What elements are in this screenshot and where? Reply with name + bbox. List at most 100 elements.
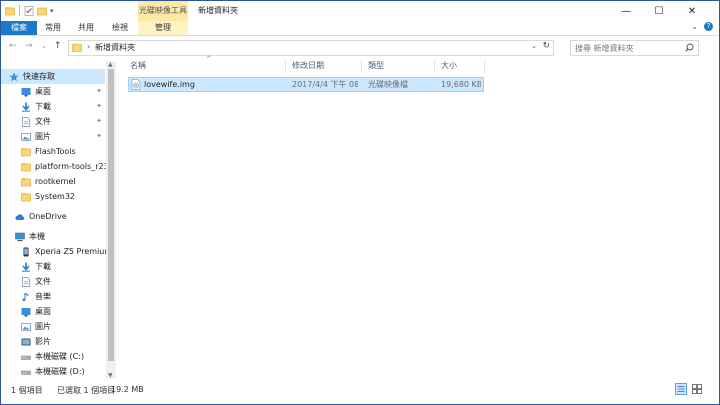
selection-info: 已選取 1 個項目 xyxy=(57,386,116,395)
properties-icon[interactable] xyxy=(24,5,34,16)
column-header-modified[interactable]: 修改日期 xyxy=(292,58,324,74)
column-divider[interactable] xyxy=(361,60,362,73)
pin-icon: ✦ xyxy=(96,87,102,95)
sidebar-item[interactable]: FlashTools xyxy=(1,144,105,159)
sidebar-item[interactable]: Xperia Z5 Premium xyxy=(1,244,112,259)
column-divider[interactable] xyxy=(434,60,435,73)
tab-file[interactable]: 檔案 xyxy=(1,21,37,35)
help-icon[interactable]: ? xyxy=(704,22,713,31)
sidebar-item[interactable]: 下載 ✦ xyxy=(1,99,105,114)
sidebar-item-label: 下載 xyxy=(35,262,51,271)
breadcrumb-separator: › xyxy=(87,42,91,51)
file-list: ^ 名稱 修改日期 類型 大小 lovewife.img 2017/4/4 下午… xyxy=(117,55,719,379)
new-folder-icon[interactable] xyxy=(37,6,47,16)
column-header-size[interactable]: 大小 xyxy=(441,58,457,74)
explorer-window: ▾ 光碟映像工具 新增資料夾 — ☐ ✕ 檔案 常用 共用 檢視 管理 ⌄ ? … xyxy=(0,0,720,405)
cloud-icon xyxy=(15,212,25,222)
context-tab-group: 光碟映像工具 xyxy=(138,1,188,21)
folder-icon xyxy=(21,177,31,187)
scrollbar-thumb[interactable] xyxy=(108,69,114,361)
sidebar-item-label: 桌面 xyxy=(35,307,51,316)
sidebar-item[interactable]: 快速存取 xyxy=(1,69,105,84)
breadcrumb-current[interactable]: 新增資料夾 xyxy=(95,42,135,53)
sidebar-item-label: 快速存取 xyxy=(23,72,55,81)
column-header-name[interactable]: 名稱 xyxy=(130,58,146,74)
nav-scrollbar[interactable]: ▲ ▼ xyxy=(106,61,116,379)
videos-icon xyxy=(21,337,31,347)
back-icon[interactable]: ← xyxy=(9,41,17,51)
sidebar-item-label: 本機磁碟 (C:) xyxy=(35,352,85,361)
documents-icon xyxy=(21,276,31,287)
sidebar-item[interactable]: 本機磁碟 (C:) xyxy=(1,349,105,364)
file-modified: 2017/4/4 下午 08... xyxy=(292,80,358,89)
large-icons-view-icon[interactable] xyxy=(691,383,703,395)
address-dropdown-icon[interactable]: ⌄ xyxy=(531,42,537,50)
status-bar: 1 個項目 已選取 1 個項目 19.2 MB xyxy=(1,379,719,404)
tab-view[interactable]: 檢視 xyxy=(103,21,137,35)
sidebar-item[interactable]: 本機磁碟 (D:) xyxy=(1,364,105,379)
minimize-button[interactable]: — xyxy=(611,1,641,21)
sidebar-item[interactable]: platform-tools_r23.1 xyxy=(1,159,116,174)
recent-locations-icon[interactable]: ⌄ xyxy=(41,42,47,50)
music-icon xyxy=(21,292,31,302)
sidebar-item-label: System32 xyxy=(35,192,76,201)
sidebar-item-label: 本機 xyxy=(29,232,45,241)
column-divider[interactable] xyxy=(484,60,485,73)
sidebar-item[interactable]: 圖片 ✦ xyxy=(1,129,105,144)
search-box[interactable] xyxy=(570,40,699,56)
folder-icon xyxy=(21,192,31,202)
sidebar-item[interactable]: rootkernel xyxy=(1,174,105,189)
item-count: 1 個項目 xyxy=(11,386,43,395)
star-icon xyxy=(9,72,19,82)
tab-manage[interactable]: 管理 xyxy=(138,21,188,35)
quick-access-toolbar: ▾ xyxy=(5,5,54,16)
scroll-down-icon[interactable]: ▼ xyxy=(108,372,113,379)
maximize-button[interactable]: ☐ xyxy=(644,1,674,21)
scroll-up-icon[interactable]: ▲ xyxy=(108,61,113,68)
selection-size: 19.2 MB xyxy=(111,385,144,394)
sidebar-item-label: 文件 xyxy=(35,117,51,126)
column-header-type[interactable]: 類型 xyxy=(368,58,384,74)
documents-icon xyxy=(21,116,31,127)
sidebar-item[interactable]: 桌面 ✦ xyxy=(1,84,105,99)
sidebar-item[interactable]: 影片 xyxy=(1,334,105,349)
sidebar-item[interactable]: 文件 xyxy=(1,274,105,289)
address-row: ← → ⌄ ↑ › 新增資料夾 ⌄ ↻ xyxy=(1,36,719,58)
sidebar-item-label: 音樂 xyxy=(35,292,51,301)
details-view-icon[interactable] xyxy=(675,383,687,395)
drive-icon xyxy=(21,367,31,377)
customize-toolbar-icon[interactable]: ▾ xyxy=(50,7,54,15)
folder-icon xyxy=(21,147,31,157)
sidebar-item[interactable]: 桌面 xyxy=(1,304,105,319)
sidebar-item-label: platform-tools_r23.1 xyxy=(35,162,117,171)
download-icon xyxy=(21,102,31,112)
sidebar-item[interactable]: 音樂 xyxy=(1,289,105,304)
toolbar-divider xyxy=(19,5,20,16)
ribbon-tabs: 檔案 常用 共用 檢視 管理 ⌄ ? xyxy=(1,21,719,36)
search-input[interactable] xyxy=(571,41,680,54)
sidebar-item[interactable]: 下載 xyxy=(1,259,105,274)
navigation-pane: 快速存取 桌面 ✦ 下載 ✦ 文件 ✦ 圖片 ✦ FlashTools platform-tools… xyxy=(1,61,117,379)
desktop-icon xyxy=(21,87,31,97)
tab-home[interactable]: 常用 xyxy=(37,21,69,35)
sidebar-item[interactable]: 文件 ✦ xyxy=(1,114,105,129)
sidebar-item[interactable]: 圖片 xyxy=(1,319,105,334)
tab-share[interactable]: 共用 xyxy=(69,21,103,35)
refresh-icon[interactable]: ↻ xyxy=(542,41,550,51)
chevron-down-icon[interactable]: ⌄ xyxy=(691,22,698,31)
forward-icon[interactable]: → xyxy=(25,41,33,51)
search-icon[interactable] xyxy=(685,43,694,52)
close-button[interactable]: ✕ xyxy=(677,1,707,21)
up-icon[interactable]: ↑ xyxy=(54,41,62,51)
sidebar-item-label: Xperia Z5 Premium xyxy=(35,247,113,256)
table-row[interactable]: lovewife.img 2017/4/4 下午 08... 光碟映像檔 19,… xyxy=(128,77,484,92)
address-bar[interactable]: › 新增資料夾 ⌄ ↻ xyxy=(68,40,554,56)
column-divider[interactable] xyxy=(285,60,286,73)
sidebar-item[interactable]: OneDrive xyxy=(1,209,105,224)
sidebar-item[interactable]: System32 xyxy=(1,189,105,204)
pin-icon: ✦ xyxy=(96,132,102,140)
sidebar-item-label: 影片 xyxy=(35,337,51,346)
file-name[interactable]: lovewife.img xyxy=(144,78,195,91)
sidebar-item[interactable]: 本機 xyxy=(1,229,105,244)
sidebar-item-label: 圖片 xyxy=(35,132,51,141)
